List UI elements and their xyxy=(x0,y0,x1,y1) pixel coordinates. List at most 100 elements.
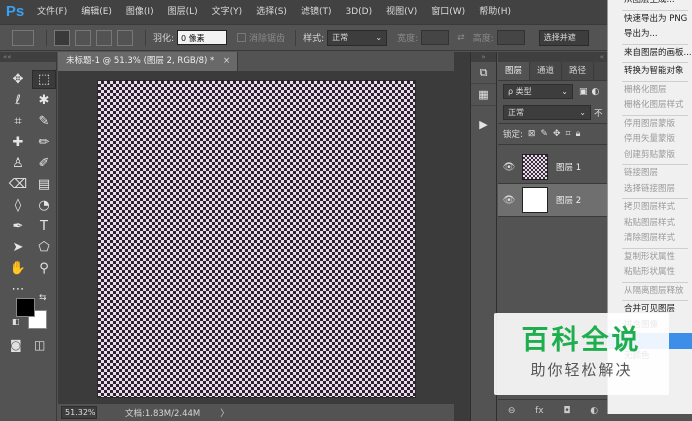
antialias-checkbox[interactable] xyxy=(237,33,247,42)
intersect-selection-icon[interactable] xyxy=(117,29,133,46)
history-panel-icon[interactable]: ⧉ xyxy=(471,62,496,84)
healing-brush-icon[interactable]: ✚ xyxy=(6,133,30,152)
default-colors-icon[interactable]: ◧ xyxy=(12,317,20,326)
menu-item[interactable]: 图层(L) xyxy=(161,0,205,24)
menu-item[interactable]: 视图(V) xyxy=(379,0,424,24)
zoom-tool-icon[interactable]: ⚲ xyxy=(32,259,56,278)
document-size-info[interactable]: 文档:1.83M/2.44M xyxy=(125,407,200,419)
subtract-selection-icon[interactable] xyxy=(96,29,112,46)
gradient-tool-icon[interactable]: ▤ xyxy=(32,175,56,194)
quick-mask-icon[interactable]: ◙ xyxy=(10,338,22,352)
lock-paint-icon[interactable]: ✎ xyxy=(540,129,548,139)
new-selection-icon[interactable] xyxy=(54,29,70,46)
screen-mode-icon[interactable]: ◫ xyxy=(34,338,45,352)
menu-item[interactable]: 文字(Y) xyxy=(205,0,250,24)
menu-item[interactable]: 编辑(E) xyxy=(74,0,119,24)
context-menu-item: 粘贴图层样式 xyxy=(624,217,676,228)
select-and-mask-button[interactable]: 选择并遮 xyxy=(538,29,589,46)
blur-tool-icon[interactable]: ◊ xyxy=(6,196,30,215)
move-tool-icon[interactable]: ✥ xyxy=(6,70,30,89)
foreground-color-swatch[interactable] xyxy=(16,298,35,317)
menu-item[interactable]: 3D(D) xyxy=(338,0,379,24)
hand-tool-icon[interactable]: ✋ xyxy=(6,259,30,278)
menu-item[interactable]: 帮助(H) xyxy=(472,0,518,24)
layer-row[interactable]: 👁︎ 图层 1 xyxy=(498,151,608,184)
menu-item[interactable]: 窗口(W) xyxy=(424,0,472,24)
canvas-image[interactable] xyxy=(98,81,415,397)
shape-tool-icon[interactable]: ⬠ xyxy=(32,238,56,257)
add-selection-icon[interactable] xyxy=(75,29,91,46)
context-menu-item: 停用矢量蒙版 xyxy=(624,134,676,144)
blend-mode-select[interactable]: 正常 ⌄ xyxy=(503,105,591,120)
style-label: 样式: xyxy=(303,34,325,44)
dock-collapse-handle[interactable]: » xyxy=(471,52,496,62)
type-tool-icon[interactable]: T xyxy=(32,217,56,236)
fx-icon[interactable]: fx xyxy=(535,406,544,416)
layer-thumbnail xyxy=(522,154,548,180)
pixel-filter-icon[interactable]: ▣ xyxy=(579,87,588,97)
actions-panel-icon[interactable]: ▶ xyxy=(471,106,496,142)
adjust-filter-icon[interactable]: ◐ xyxy=(592,87,600,97)
context-menu-item[interactable]: 导出为... xyxy=(608,27,692,43)
properties-panel-icon[interactable]: ▦ xyxy=(471,84,496,106)
lasso-tool-icon[interactable]: ℓ xyxy=(6,91,30,110)
width-input[interactable] xyxy=(421,30,450,45)
lock-all-icon[interactable]: 🔒︎ xyxy=(576,129,581,139)
menu-separator xyxy=(622,281,688,283)
feather-input[interactable]: 0 像素 xyxy=(177,30,228,45)
history-brush-icon[interactable]: ✐ xyxy=(32,154,56,173)
crop-tool-icon[interactable]: ⌗ xyxy=(6,112,30,131)
adjustment-icon[interactable]: ◐ xyxy=(590,406,598,416)
menu-item[interactable]: 滤镜(T) xyxy=(294,0,339,24)
visibility-eye-icon[interactable]: 👁︎ xyxy=(498,162,520,173)
menu-separator xyxy=(622,247,688,249)
height-input[interactable] xyxy=(496,30,525,45)
swap-colors-icon[interactable]: ⇆ xyxy=(39,293,47,303)
menu-item[interactable]: 图像(I) xyxy=(119,0,161,24)
tab-channels[interactable]: 通道 xyxy=(530,62,563,80)
brush-tool-icon[interactable]: ✏ xyxy=(32,133,56,152)
lock-artboard-icon[interactable]: ⌗ xyxy=(566,129,571,139)
menu-item[interactable]: 文件(F) xyxy=(30,0,74,24)
layer-thumbnail xyxy=(522,187,548,213)
visibility-eye-icon[interactable]: 👁︎ xyxy=(498,195,520,206)
menu-item[interactable]: 选择(S) xyxy=(249,0,294,24)
stamp-tool-icon[interactable]: ♙ xyxy=(6,154,30,173)
context-menu-item[interactable]: 快速导出为 PNG xyxy=(608,12,692,28)
tool-preset-button[interactable] xyxy=(12,29,34,46)
zoom-level-field[interactable]: 51.32% xyxy=(61,406,97,419)
swap-wh-icon[interactable]: ⇄ xyxy=(457,33,465,43)
eyedropper-icon[interactable]: ✎ xyxy=(32,112,56,131)
kind-filter-value: ρ 类型 xyxy=(508,87,532,96)
context-menu-item[interactable]: 来自图层的画板... xyxy=(608,46,692,62)
tab-layers[interactable]: 图层 xyxy=(498,62,531,80)
context-menu-item[interactable]: 转换为智能对象 xyxy=(608,64,692,80)
menu-separator xyxy=(622,114,688,116)
layer-kind-filter[interactable]: ρ 类型 ⌄ xyxy=(503,84,573,99)
close-icon[interactable]: × xyxy=(223,56,230,66)
magic-wand-icon[interactable]: ✱ xyxy=(32,91,56,110)
path-select-icon[interactable]: ➤ xyxy=(6,238,30,257)
tab-paths[interactable]: 路径 xyxy=(562,62,595,80)
layer-row[interactable]: 👁︎ 图层 2 xyxy=(498,184,608,217)
toolbox-collapse-handle[interactable]: «« xyxy=(0,52,56,62)
document-tab[interactable]: 未标题-1 @ 51.3% (图层 2, RGB/8) * × xyxy=(58,52,238,71)
link-icon[interactable]: ⊖ xyxy=(508,406,516,416)
layers-panel-header[interactable]: « xyxy=(498,52,608,62)
style-select[interactable]: 正常 ⌄ xyxy=(327,29,388,46)
blend-row: 正常 ⌄ 不 xyxy=(498,102,608,123)
status-menu-arrow-icon[interactable]: 〉 xyxy=(220,406,229,419)
marquee-tool-icon[interactable]: ⬚ xyxy=(32,70,56,89)
menu-separator xyxy=(622,300,688,301)
divider xyxy=(46,29,47,46)
eraser-tool-icon[interactable]: ⌫ xyxy=(6,175,30,194)
document-canvas-area[interactable] xyxy=(58,71,454,403)
lock-transparency-icon[interactable]: ⊠ xyxy=(528,129,536,139)
layer-name: 图层 2 xyxy=(556,196,582,206)
dodge-tool-icon[interactable]: ◔ xyxy=(32,196,56,215)
lock-position-icon[interactable]: ✥ xyxy=(553,129,561,139)
blend-mode-value: 正常 xyxy=(508,108,524,117)
context-menu-item[interactable]: 从图层生成... xyxy=(608,0,692,9)
mask-icon[interactable]: ◘ xyxy=(563,406,570,416)
pen-tool-icon[interactable]: ✒ xyxy=(6,217,30,236)
